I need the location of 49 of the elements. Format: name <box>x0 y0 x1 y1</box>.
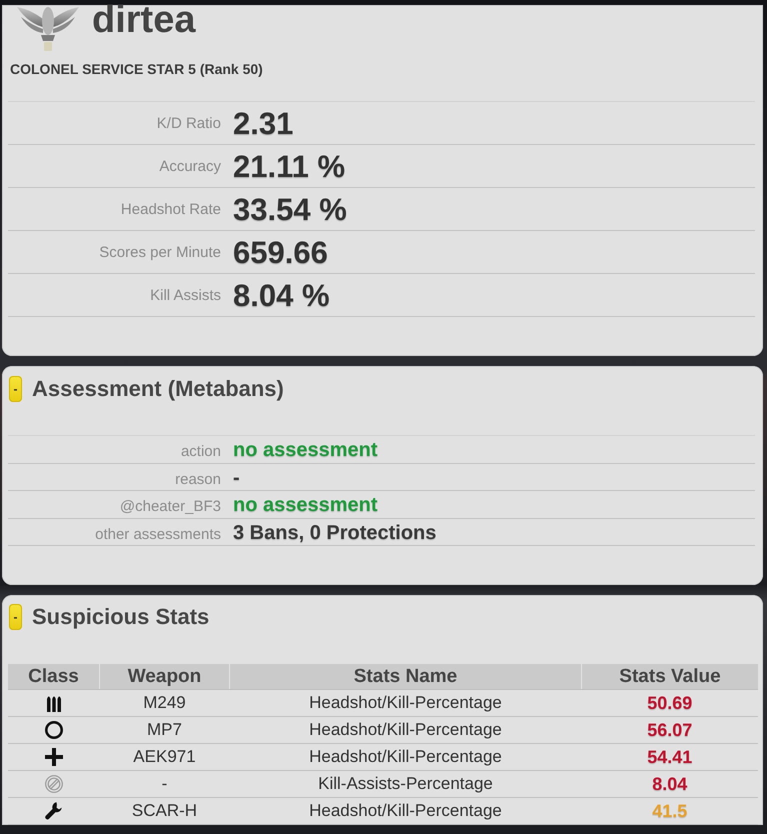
column-header: Class <box>8 664 100 690</box>
stat-label: Headshot Rate <box>120 200 221 218</box>
stats-value-cell: 41.5 <box>582 798 758 824</box>
assessment-value: - <box>233 468 240 488</box>
collapse-button[interactable]: - <box>9 376 22 402</box>
column-header: Weapon <box>100 664 230 690</box>
assessment-value: no assessment <box>233 495 378 515</box>
stats-name-cell: Headshot/Kill-Percentage <box>230 798 582 824</box>
section-title: Assessment (Metabans) <box>32 376 284 402</box>
stat-value: 659.66 <box>233 236 328 268</box>
weapon-cell: M249 <box>100 690 230 716</box>
ring-icon <box>44 720 63 739</box>
stats-name-cell: Headshot/Kill-Percentage <box>230 744 582 770</box>
assessment-label: @cheater_BF3 <box>120 497 221 517</box>
weapon-cell: AEK971 <box>100 744 230 770</box>
column-header: Stats Name <box>230 664 582 690</box>
stats-value-cell: 54.41 <box>582 744 758 770</box>
stats-value-cell: 56.07 <box>582 716 758 744</box>
weapon-cell: SCAR-H <box>100 798 230 824</box>
assessment-label: reason <box>175 470 221 490</box>
stats-name-cell: Headshot/Kill-Percentage <box>230 690 582 716</box>
stat-value: 21.11 % <box>233 150 346 182</box>
stats-name-cell: Kill-Assists-Percentage <box>230 770 582 798</box>
assessment-value: no assessment <box>233 440 378 460</box>
wrench-icon <box>45 802 62 820</box>
slashed-circle-icon <box>44 774 63 793</box>
stat-label: K/D Ratio <box>156 114 221 132</box>
stat-value: 2.31 <box>233 108 294 138</box>
rank-title: COLONEL SERVICE STAR 5 (Rank 50) <box>10 60 263 78</box>
assessment-label: action <box>180 442 221 462</box>
collapse-button[interactable]: - <box>9 604 22 630</box>
weapon-cell: - <box>100 770 230 798</box>
section-title: Suspicious Stats <box>32 604 210 630</box>
stats-value-cell: 8.04 <box>582 770 758 798</box>
stat-value: 8.04 % <box>233 280 330 310</box>
stats-name-cell: Headshot/Kill-Percentage <box>230 716 582 744</box>
player-name: dirtea <box>92 1 196 39</box>
stat-label: Kill Assists <box>150 286 221 304</box>
bullets-icon <box>46 694 61 712</box>
stat-value: 33.54 % <box>233 194 347 224</box>
assessment-label: other assessments <box>95 524 221 544</box>
stat-label: Scores per Minute <box>99 244 221 260</box>
stat-label: Accuracy <box>159 158 221 174</box>
column-header: Stats Value <box>582 664 758 690</box>
plus-icon <box>44 748 63 766</box>
winged-emblem-icon <box>17 5 79 51</box>
stats-value-cell: 50.69 <box>582 690 758 716</box>
weapon-cell: MP7 <box>100 716 230 744</box>
assessment-value: 3 Bans, 0 Protections <box>233 522 436 542</box>
